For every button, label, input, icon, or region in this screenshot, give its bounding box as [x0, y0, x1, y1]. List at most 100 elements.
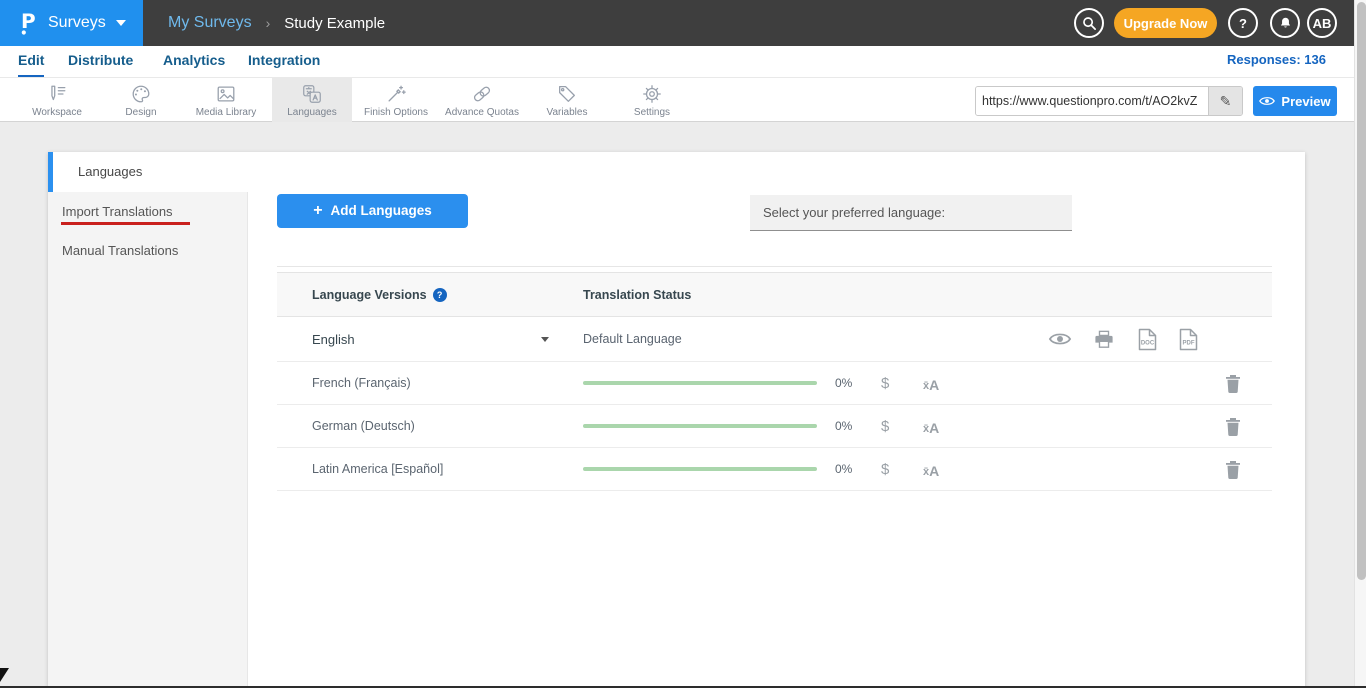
export-doc-button[interactable]: DOC	[1137, 317, 1158, 361]
view-survey-button[interactable]	[1048, 317, 1072, 361]
avatar[interactable]: AB	[1307, 8, 1337, 38]
table-row-german: German (Deutsch) 0% $ x̄A	[277, 405, 1272, 448]
tab-analytics[interactable]: Analytics	[163, 46, 225, 77]
progress-percent: 0%	[835, 448, 852, 490]
translation-progress-bar	[583, 467, 817, 471]
annotation-underline	[61, 222, 190, 225]
translate-button[interactable]: x̄A	[923, 405, 939, 447]
advance-quotas-icon	[471, 83, 493, 105]
svg-text:PDF: PDF	[1183, 340, 1195, 346]
language-name[interactable]: English	[312, 317, 355, 361]
pdf-file-icon: PDF	[1178, 328, 1199, 351]
brand-menu[interactable]: P Surveys	[0, 0, 143, 46]
survey-url-input[interactable]	[976, 87, 1208, 115]
tab-edit[interactable]: Edit	[18, 46, 44, 77]
edit-toolbar: Workspace Design Media Library Languages…	[0, 77, 1354, 122]
table-row-french: French (Français) 0% $ x̄A	[277, 362, 1272, 405]
trash-icon	[1225, 417, 1241, 436]
chevron-down-icon	[116, 20, 126, 26]
toolbar-item-variables[interactable]: Variables	[527, 78, 607, 122]
search-button[interactable]	[1074, 8, 1104, 38]
paid-translation-button[interactable]: $	[881, 405, 889, 447]
vertical-scrollbar[interactable]	[1354, 0, 1366, 688]
sidebar-item-languages[interactable]: Languages	[48, 152, 248, 192]
design-icon	[130, 83, 152, 105]
toolbar-item-finish-options[interactable]: Finish Options	[356, 78, 436, 122]
printer-icon	[1094, 330, 1114, 349]
divider	[277, 266, 1272, 267]
toolbar-item-advance-quotas[interactable]: Advance Quotas	[440, 78, 524, 122]
translation-progress-bar	[583, 381, 817, 385]
questionpro-logo-icon: P	[20, 10, 39, 36]
help-button[interactable]: ?	[1228, 8, 1258, 38]
table-header-row: Language Versions? Translation Status	[277, 272, 1272, 317]
finish-options-icon	[385, 83, 407, 105]
column-translation-status: Translation Status	[583, 273, 691, 317]
bell-icon	[1278, 15, 1293, 31]
languages-panel: Languages Import Translations Manual Tra…	[48, 152, 1305, 688]
pencil-icon: ✎	[1220, 93, 1232, 109]
delete-language-button[interactable]	[1225, 362, 1241, 404]
help-icon[interactable]: ?	[433, 288, 447, 302]
print-button[interactable]	[1094, 317, 1114, 361]
tab-integration[interactable]: Integration	[248, 46, 320, 77]
question-mark-icon: ?	[1239, 16, 1247, 31]
responses-count[interactable]: Responses: 136	[1227, 46, 1326, 77]
sidebar-item-manual-translations[interactable]: Manual Translations	[62, 243, 178, 258]
breadcrumb: My Surveys › Study Example	[168, 0, 385, 46]
avatar-initials: AB	[1313, 16, 1332, 31]
mouse-cursor	[0, 668, 9, 682]
settings-icon	[641, 83, 663, 105]
survey-nav: Edit Distribute Analytics Integration Re…	[0, 46, 1354, 77]
brand-label: Surveys	[48, 14, 106, 32]
svg-text:P: P	[21, 10, 36, 33]
table-row-english: English Default Language	[277, 317, 1272, 362]
breadcrumb-my-surveys[interactable]: My Surveys	[168, 14, 252, 32]
translate-button[interactable]: x̄A	[923, 362, 939, 404]
toolbar-item-design[interactable]: Design	[101, 78, 181, 122]
add-languages-button[interactable]: +Add Languages	[277, 194, 468, 228]
toolbar-item-settings[interactable]: Settings	[612, 78, 692, 122]
translate-button[interactable]: x̄A	[923, 448, 939, 490]
toolbar-item-languages[interactable]: Languages	[272, 78, 352, 122]
paid-translation-button[interactable]: $	[881, 362, 889, 404]
column-language-versions: Language Versions?	[312, 273, 447, 317]
languages-icon	[301, 83, 323, 105]
progress-percent: 0%	[835, 362, 852, 404]
delete-language-button[interactable]	[1225, 405, 1241, 447]
table-row-latin-america: Latin America [Español] 0% $ x̄A	[277, 448, 1272, 491]
language-versions-table: Language Versions? Translation Status En…	[277, 272, 1272, 491]
language-name: Latin America [Español]	[312, 448, 443, 490]
edit-url-button[interactable]: ✎	[1208, 87, 1242, 115]
toolbar-item-media-library[interactable]: Media Library	[186, 78, 266, 122]
tab-distribute[interactable]: Distribute	[68, 46, 133, 77]
chevron-down-icon[interactable]	[541, 337, 549, 342]
languages-sidebar: Languages Import Translations Manual Tra…	[48, 152, 248, 688]
delete-language-button[interactable]	[1225, 448, 1241, 490]
default-language-label: Default Language	[583, 317, 682, 361]
notifications-button[interactable]	[1270, 8, 1300, 38]
plus-icon: +	[313, 202, 322, 219]
trash-icon	[1225, 460, 1241, 479]
paid-translation-button[interactable]: $	[881, 448, 889, 490]
language-name: French (Français)	[312, 362, 411, 404]
export-pdf-button[interactable]: PDF	[1178, 317, 1199, 361]
svg-text:DOC: DOC	[1141, 340, 1155, 346]
eye-icon	[1259, 95, 1275, 107]
toolbar-item-workspace[interactable]: Workspace	[17, 78, 97, 122]
top-header: P Surveys My Surveys › Study Example Upg…	[0, 0, 1354, 46]
survey-url-group: ✎	[975, 86, 1243, 116]
breadcrumb-separator: ›	[266, 15, 271, 31]
translation-progress-bar	[583, 424, 817, 428]
sidebar-item-import-translations[interactable]: Import Translations	[62, 204, 173, 219]
screener-question-select[interactable]: Select your preferred language:	[750, 195, 1072, 231]
media-library-icon	[215, 83, 237, 105]
variables-icon	[556, 83, 578, 105]
scrollbar-thumb[interactable]	[1357, 2, 1366, 580]
eye-icon	[1048, 331, 1072, 347]
search-icon	[1082, 16, 1097, 31]
upgrade-now-button[interactable]: Upgrade Now	[1114, 8, 1217, 38]
trash-icon	[1225, 374, 1241, 393]
preview-button[interactable]: Preview	[1253, 86, 1337, 116]
language-name: German (Deutsch)	[312, 405, 415, 447]
